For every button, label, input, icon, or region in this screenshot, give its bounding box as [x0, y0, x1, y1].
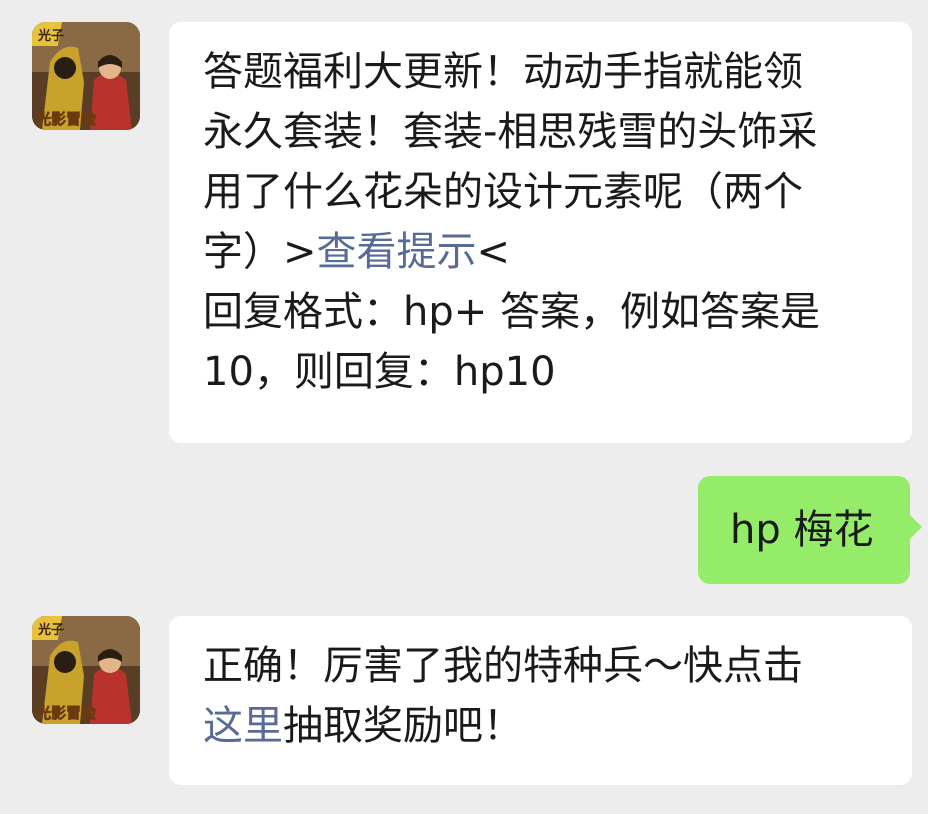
message-line: 正确！厉害了我的特种兵～快点击	[203, 643, 803, 689]
avatar-badge-bottom: 光影冒险	[35, 110, 97, 128]
message-text: hp 梅花	[730, 507, 874, 553]
view-hint-link[interactable]: 查看提示	[317, 229, 477, 275]
incoming-message-bubble[interactable]: 答题福利大更新！动动手指就能领 永久套装！套装-相思残雪的头饰采 用了什么花朵的…	[169, 22, 912, 443]
message-line: 回复格式：hp+ 答案，例如答案是	[203, 289, 820, 335]
message-line: 10，则回复：hp10	[203, 349, 556, 395]
game-logo-image: 光子 光影冒险	[32, 616, 140, 724]
message-line: 字）>查看提示<	[203, 222, 886, 282]
message-text: <	[476, 229, 511, 275]
message-line: 永久套装！套装-相思残雪的头饰采	[203, 109, 818, 155]
message-text: 字）>	[203, 229, 317, 275]
game-logo-image: 光子 光影冒险	[32, 22, 140, 130]
outgoing-message-bubble[interactable]: hp 梅花	[698, 476, 922, 584]
official-account-avatar[interactable]: 光子 光影冒险	[32, 22, 140, 130]
message-line: 答题福利大更新！动动手指就能领	[203, 49, 803, 95]
avatar-badge-top: 光子	[37, 28, 64, 44]
official-account-avatar[interactable]: 光子 光影冒险	[32, 616, 140, 724]
message-line: 这里抽取奖励吧！	[203, 696, 886, 756]
avatar-badge-bottom: 光影冒险	[35, 704, 97, 722]
avatar-badge-top: 光子	[37, 622, 64, 638]
message-line: 用了什么花朵的设计元素呢（两个	[203, 169, 803, 215]
incoming-message-bubble[interactable]: 正确！厉害了我的特种兵～快点击 这里抽取奖励吧！	[169, 616, 912, 785]
click-here-link[interactable]: 这里	[203, 703, 283, 749]
message-text: 抽取奖励吧！	[283, 703, 523, 749]
